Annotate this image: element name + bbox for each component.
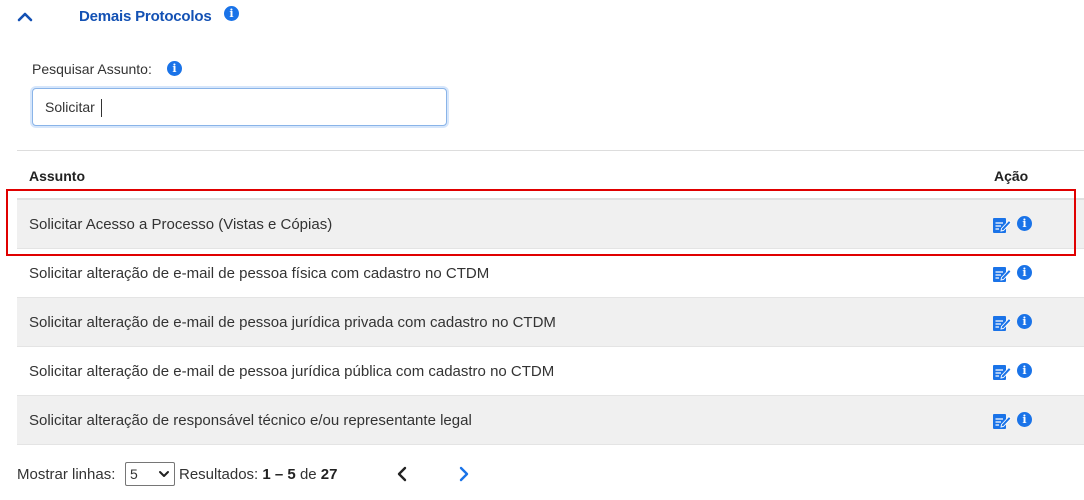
results-label: Resultados: (179, 466, 259, 483)
section-header: Demais Protocolos i (0, 0, 1084, 34)
edit-form-icon[interactable] (992, 314, 1012, 332)
chevron-down-icon (159, 471, 169, 477)
rows-per-page-value: 5 (130, 466, 138, 482)
table-row: Solicitar alteração de e-mail de pessoa … (17, 347, 1084, 396)
edit-form-icon[interactable] (992, 363, 1012, 381)
search-input[interactable] (32, 88, 447, 126)
info-icon[interactable]: i (1017, 412, 1032, 427)
edit-form-icon[interactable] (992, 216, 1012, 234)
results-range: 1 – 5 (262, 466, 296, 483)
results-summary: Resultados: 1 – 5 de 27 (179, 466, 337, 483)
row-subject: Solicitar alteração de responsável técni… (29, 412, 472, 429)
row-subject: Solicitar alteração de e-mail de pessoa … (29, 314, 556, 331)
chevron-up-icon[interactable] (14, 6, 36, 28)
table-header: Assunto Ação (17, 160, 1084, 200)
table-row: Solicitar alteração de e-mail de pessoa … (17, 249, 1084, 298)
chevron-right-icon[interactable] (453, 464, 473, 484)
chevron-left-icon[interactable] (393, 464, 413, 484)
column-header-action: Ação (994, 168, 1029, 184)
divider (17, 150, 1084, 151)
row-subject: Solicitar alteração de e-mail de pessoa … (29, 363, 555, 380)
info-icon[interactable]: i (1017, 314, 1032, 329)
table-row: Solicitar alteração de responsável técni… (17, 396, 1084, 445)
info-icon[interactable]: i (224, 6, 239, 21)
table-row: Solicitar alteração de e-mail de pessoa … (17, 298, 1084, 347)
info-icon[interactable]: i (1017, 363, 1032, 378)
subjects-table: Assunto Ação Solicitar Acesso a Processo… (17, 160, 1084, 445)
edit-form-icon[interactable] (992, 412, 1012, 430)
row-subject: Solicitar alteração de e-mail de pessoa … (29, 265, 490, 282)
info-icon[interactable]: i (167, 61, 182, 76)
results-of: de (299, 466, 317, 483)
results-total: 27 (320, 466, 338, 483)
row-subject: Solicitar Acesso a Processo (Vistas e Có… (29, 216, 333, 233)
info-icon[interactable]: i (1017, 216, 1032, 231)
column-header-subject: Assunto (29, 168, 85, 184)
info-icon[interactable]: i (1017, 265, 1032, 280)
edit-form-icon[interactable] (992, 265, 1012, 283)
rows-per-page-label: Mostrar linhas: (17, 466, 116, 483)
text-caret (101, 99, 102, 117)
search-label: Pesquisar Assunto: (32, 61, 152, 77)
section-title[interactable]: Demais Protocolos (79, 8, 212, 25)
table-row: Solicitar Acesso a Processo (Vistas e Có… (17, 200, 1084, 249)
rows-per-page-select[interactable]: 5 (125, 462, 175, 486)
